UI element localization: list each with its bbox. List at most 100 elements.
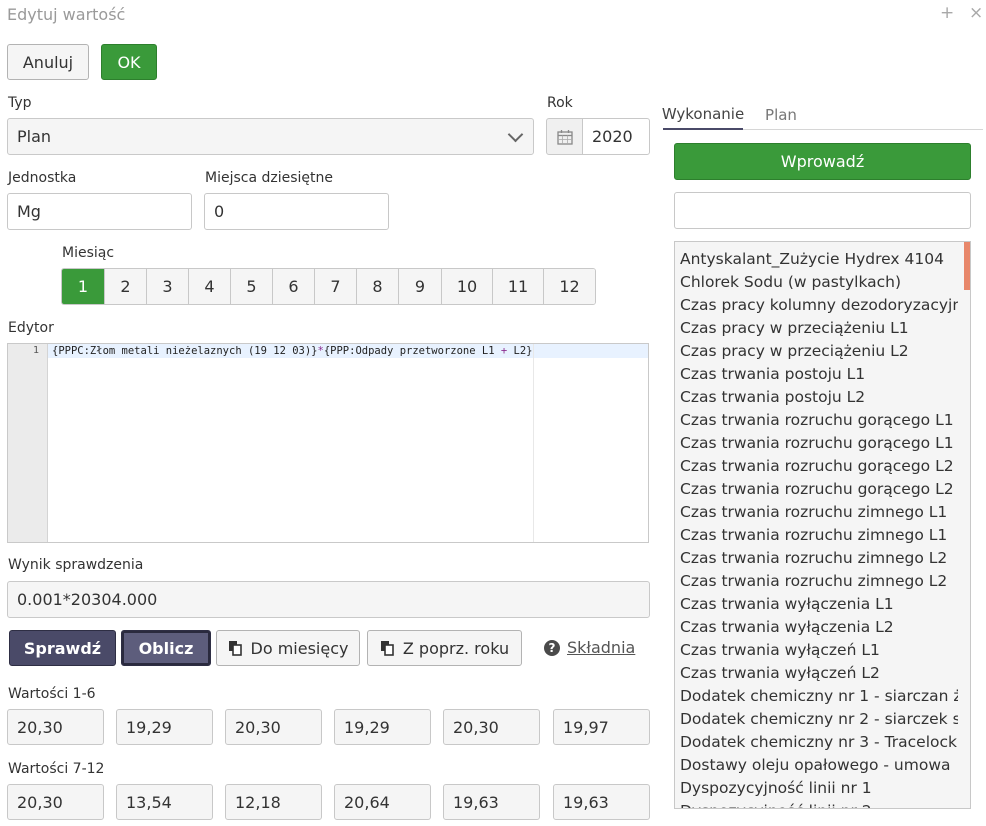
code-token: {PPPC:Złom metali nieżelaznych (19 12 03… (52, 345, 318, 357)
oblicz-button[interactable]: Oblicz (121, 630, 211, 666)
value-month-4[interactable]: 19,29 (334, 709, 431, 745)
miejsca-label: Miejsca dziesiętne (205, 170, 334, 186)
list-item[interactable]: Dodatek chemiczny nr 2 - siarczek soc (675, 708, 958, 731)
month-button-5[interactable]: 5 (231, 269, 273, 304)
print-margin (533, 344, 534, 542)
month-selector: 1 2 3 4 5 6 7 8 9 10 11 12 (61, 268, 596, 305)
scrollbar-thumb[interactable] (964, 242, 970, 290)
cancel-button[interactable]: Anuluj (7, 44, 89, 80)
do-miesiecy-label: Do miesięcy (250, 638, 349, 658)
list-item[interactable]: Czas trwania postoju L2 (675, 386, 958, 409)
value-month-6[interactable]: 19,97 (553, 709, 650, 745)
month-button-11[interactable]: 11 (493, 269, 544, 304)
variable-list[interactable]: Antyskalant_Zużycie Hydrex 4104 Chlorek S… (674, 241, 971, 809)
typ-value: Plan (17, 127, 52, 146)
miesiac-label: Miesiąc (62, 245, 115, 261)
list-item[interactable]: Czas pracy w przeciążeniu L1 (675, 317, 958, 340)
value-month-2[interactable]: 19,29 (116, 709, 213, 745)
jednostka-value: Mg (17, 202, 41, 221)
list-item[interactable]: Chlorek Sodu (w pastylkach) (675, 271, 958, 294)
value-month-5[interactable]: 20,30 (443, 709, 540, 745)
list-item[interactable]: Antyskalant_Zużycie Hydrex 4104 (675, 248, 958, 271)
value-month-11[interactable]: 19,63 (443, 784, 540, 820)
list-item[interactable]: Czas trwania rozruchu zimnego L2 (675, 570, 958, 593)
value-month-7[interactable]: 20,30 (7, 784, 104, 820)
value-month-12[interactable]: 19,63 (553, 784, 650, 820)
list-item[interactable]: Dyspozycyjność linii nr 2 (675, 800, 958, 808)
values-7-12-label: Wartości 7-12 (8, 761, 105, 777)
list-item[interactable]: Czas trwania rozruchu zimnego L1 (675, 524, 958, 547)
values-1-6-label: Wartości 1-6 (8, 686, 96, 702)
list-item[interactable]: Czas pracy kolumny dezodoryzacyjnej (675, 294, 958, 317)
month-button-8[interactable]: 8 (357, 269, 399, 304)
value-month-3[interactable]: 20,30 (225, 709, 322, 745)
miejsca-input[interactable]: 0 (204, 193, 389, 230)
maximize-icon[interactable]: + (940, 3, 954, 23)
tab-plan[interactable]: Plan (761, 99, 801, 130)
editor-gutter: 1 (8, 344, 48, 542)
list-item[interactable]: Czas trwania rozruchu gorącego L1 (675, 432, 958, 455)
value-month-8[interactable]: 13,54 (116, 784, 213, 820)
sprawdz-button[interactable]: Sprawdź (9, 630, 116, 666)
copy-icon (228, 641, 242, 656)
tab-wykonanie[interactable]: Wykonanie (662, 99, 744, 130)
copy-icon (380, 641, 394, 656)
list-item[interactable]: Czas trwania rozruchu zimnego L2 (675, 547, 958, 570)
list-item[interactable]: Dostawy oleju opałowego - umowa (675, 754, 958, 777)
month-button-2[interactable]: 2 (105, 269, 147, 304)
result-field: 0.001*20304.000 (7, 581, 650, 618)
search-input[interactable] (674, 192, 971, 229)
editor-label: Edytor (8, 320, 54, 336)
typ-select[interactable]: Plan (7, 118, 534, 155)
list-item[interactable]: Czas trwania wyłączenia L2 (675, 616, 958, 639)
chevron-down-icon (507, 126, 524, 143)
rok-label: Rok (547, 95, 573, 111)
code-editor[interactable]: 1 {PPPC:Złom metali nieżelaznych (19 12 … (7, 343, 649, 543)
list-item[interactable]: Czas trwania rozruchu zimnego L1 (675, 501, 958, 524)
right-panel-tabs: Wykonanie Plan (662, 99, 983, 130)
do-miesiecy-button[interactable]: Do miesięcy (216, 630, 360, 666)
month-button-3[interactable]: 3 (147, 269, 189, 304)
value-month-1[interactable]: 20,30 (7, 709, 104, 745)
list-item[interactable]: Czas trwania rozruchu gorącego L2 (675, 455, 958, 478)
month-button-9[interactable]: 9 (399, 269, 442, 304)
list-item[interactable]: Dodatek chemiczny nr 1 - siarczan żel (675, 685, 958, 708)
wprowadz-button[interactable]: Wprowadź (674, 143, 971, 180)
list-item[interactable]: Czas trwania rozruchu gorącego L2 (675, 478, 958, 501)
month-button-7[interactable]: 7 (315, 269, 357, 304)
question-circle-icon: ? (544, 640, 560, 656)
value-month-9[interactable]: 12,18 (225, 784, 322, 820)
ok-button[interactable]: OK (101, 44, 157, 80)
list-item[interactable]: Dodatek chemiczny nr 3 - Tracelock (675, 731, 958, 754)
calendar-icon[interactable] (546, 118, 583, 155)
result-label: Wynik sprawdzenia (8, 557, 144, 573)
rok-input[interactable]: 2020 (582, 118, 650, 155)
dialog-title: Edytuj wartość (7, 5, 126, 24)
list-item[interactable]: Czas trwania rozruchu gorącego L1 (675, 409, 958, 432)
typ-label: Typ (8, 95, 32, 111)
miejsca-value: 0 (214, 202, 225, 221)
list-item[interactable]: Czas trwania wyłączenia L1 (675, 593, 958, 616)
month-button-6[interactable]: 6 (273, 269, 315, 304)
rok-value: 2020 (592, 127, 633, 146)
close-icon[interactable]: × (969, 3, 983, 23)
code-token: L2} (507, 345, 533, 357)
month-button-10[interactable]: 10 (442, 269, 493, 304)
editor-code-line[interactable]: {PPPC:Złom metali nieżelaznych (19 12 03… (52, 344, 532, 358)
list-item[interactable]: Czas trwania postoju L1 (675, 363, 958, 386)
list-item[interactable]: Dyspozycyjność linii nr 1 (675, 777, 958, 800)
value-month-10[interactable]: 20,64 (334, 784, 431, 820)
list-item[interactable]: Czas pracy w przeciążeniu L2 (675, 340, 958, 363)
jednostka-input[interactable]: Mg (7, 193, 192, 230)
list-item[interactable]: Czas trwania wyłączeń L1 (675, 639, 958, 662)
jednostka-label: Jednostka (8, 170, 77, 186)
line-number: 1 (32, 345, 39, 356)
list-item[interactable]: Czas trwania wyłączeń L2 (675, 662, 958, 685)
month-button-12[interactable]: 12 (544, 269, 595, 304)
month-button-4[interactable]: 4 (189, 269, 231, 304)
result-value: 0.001*20304.000 (17, 590, 158, 609)
skladnia-link[interactable]: Składnia (567, 638, 635, 657)
z-poprz-roku-label: Z poprz. roku (402, 638, 510, 658)
month-button-1[interactable]: 1 (62, 269, 105, 304)
z-poprz-roku-button[interactable]: Z poprz. roku (367, 630, 522, 666)
